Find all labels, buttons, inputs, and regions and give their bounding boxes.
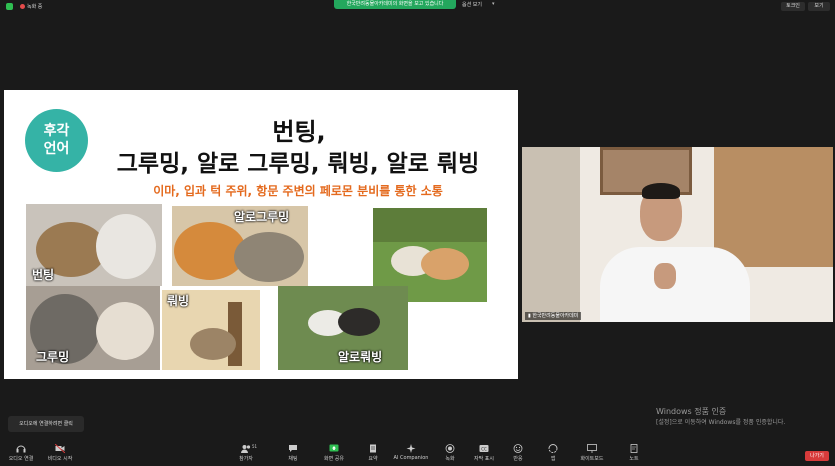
document-icon — [370, 444, 376, 453]
photo-allorubbing: 알로뤄빙 — [278, 286, 408, 370]
audio-button[interactable]: 오디오 연결 — [6, 444, 36, 462]
cat-image — [421, 248, 469, 280]
summary-label: 요약 — [368, 456, 378, 462]
chat-icon — [289, 445, 297, 452]
apps-icon — [548, 444, 558, 453]
chat-button[interactable]: 채팅 — [282, 444, 304, 462]
record-button[interactable]: 녹화 — [440, 444, 460, 462]
notes-button[interactable]: 노트 — [624, 444, 644, 462]
window-blinds — [714, 147, 833, 267]
chat-label: 채팅 — [288, 456, 298, 462]
share-screen-icon — [329, 444, 339, 452]
notes-label: 노트 — [629, 456, 639, 462]
cat-image — [96, 214, 156, 279]
ai-companion-button[interactable]: AI Companion — [392, 444, 430, 461]
person-body — [600, 247, 750, 322]
wall-panel — [522, 147, 580, 322]
chevron-down-icon[interactable]: ▾ — [492, 1, 495, 7]
recording-dot-icon — [20, 4, 25, 9]
participants-count: 51 — [252, 444, 258, 449]
ai-companion-label: AI Companion — [393, 455, 429, 461]
view-options-button[interactable]: 옵션 보기 — [462, 1, 482, 8]
participant-name: 한국반려동물아카데미 — [532, 313, 579, 319]
video-label: 비디오 시작 — [47, 456, 73, 462]
cat-image — [190, 328, 236, 360]
captions-icon: CC — [479, 445, 489, 452]
reactions-button[interactable]: 반응 — [508, 444, 528, 462]
share-screen-button[interactable]: 화면 공유 — [320, 444, 348, 462]
topbar-button[interactable]: 토크인 — [781, 2, 805, 11]
notes-icon — [630, 444, 638, 453]
photo-rubbing: 뤄빙 — [162, 290, 260, 370]
badge-line2: 언어 — [43, 141, 70, 157]
shared-slide: 후각 언어 번팅, 그루밍, 알로 그루밍, 뤄빙, 알로 뤄빙 이마, 입과 … — [4, 90, 518, 379]
person-hands — [654, 263, 676, 289]
headphones-icon — [16, 445, 26, 453]
field-background — [373, 208, 487, 242]
share-label: 화면 공유 — [324, 456, 344, 462]
captions-label: 자막 표시 — [474, 456, 494, 462]
whiteboard-button[interactable]: 화이트보드 — [576, 444, 608, 462]
badge-line1: 후각 — [43, 123, 70, 139]
recording-label[interactable]: 녹화 중 — [27, 3, 42, 10]
windows-activation-title: Windows 정품 인증 — [656, 407, 727, 416]
apps-label: 앱 — [550, 456, 556, 462]
cat-image — [338, 308, 380, 336]
apps-button[interactable]: 앱 — [544, 444, 562, 462]
reactions-label: 반응 — [513, 456, 523, 462]
view-button[interactable]: 보기 — [808, 2, 830, 11]
whiteboard-icon — [587, 444, 597, 453]
caption-bunting: 번팅 — [32, 268, 55, 282]
shield-icon[interactable] — [6, 3, 13, 10]
topic-badge: 후각 언어 — [25, 109, 88, 172]
caption-grooming: 그루밍 — [36, 350, 70, 364]
leave-button[interactable]: 나가기 — [805, 451, 829, 461]
meeting-toolbar: 오디오 연결 비디오 시작 참가자 51 채팅 화면 공유 요약 AI Comp… — [0, 441, 835, 466]
smiley-icon — [513, 444, 523, 453]
record-icon — [445, 444, 455, 453]
photo-allogrooming: 알로그루밍 — [172, 206, 308, 286]
record-label: 녹화 — [445, 456, 455, 462]
svg-text:CC: CC — [481, 447, 487, 452]
participant-name-label: ▮ 한국반려동물아카데미 — [525, 312, 582, 320]
slide-title-line2: 그루밍, 알로 그루밍, 뤄빙, 알로 뤄빙 — [116, 151, 480, 177]
slide-title-line1: 번팅, — [272, 118, 326, 146]
audio-connect-tooltip: 오디오에 연결하려면 클릭 — [8, 416, 84, 432]
windows-activation-hint: [설정]으로 이동하여 Windows를 정품 인증합니다. — [656, 419, 786, 426]
photo-bunting: 번팅 — [26, 204, 162, 286]
video-button[interactable]: 비디오 시작 — [44, 444, 76, 462]
captions-button[interactable]: CC 자막 표시 — [470, 444, 498, 462]
sparkle-icon — [406, 444, 416, 453]
caption-rubbing: 뤄빙 — [167, 294, 190, 308]
slide-subtitle: 이마, 입과 턱 주위, 항문 주변의 페로몬 분비를 통한 소통 — [153, 184, 443, 198]
summary-button[interactable]: 요약 — [362, 444, 384, 462]
participants-icon — [241, 445, 251, 453]
caption-allorubbing: 알로뤄빙 — [338, 350, 383, 364]
video-off-icon — [55, 444, 65, 453]
person-hair — [642, 183, 680, 199]
audio-label: 오디오 연결 — [8, 456, 34, 462]
meeting-topbar: 녹화 중 한국반려동물아카데미의 화면을 보고 있습니다 옵션 보기 ▾ 토크인… — [0, 0, 835, 13]
participants-button[interactable]: 참가자 51 — [232, 444, 260, 462]
caption-allogrooming: 알로그루밍 — [234, 210, 290, 224]
participant-video[interactable]: ▮ 한국반려동물아카데미 — [522, 147, 833, 322]
whiteboard-label: 화이트보드 — [580, 456, 604, 462]
photo-grooming: 그루밍 — [26, 286, 160, 370]
participants-label: 참가자 — [239, 456, 253, 462]
cat-image — [234, 232, 304, 282]
screen-share-banner: 한국반려동물아카데미의 화면을 보고 있습니다 — [334, 0, 456, 9]
cat-image — [96, 302, 154, 360]
